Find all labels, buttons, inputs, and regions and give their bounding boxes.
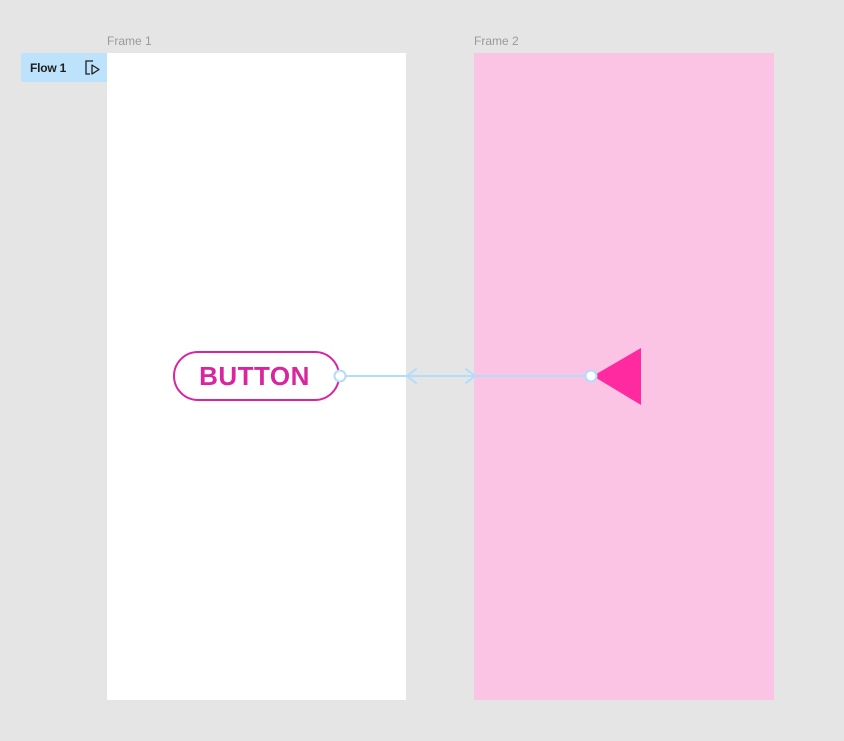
frame-2-label[interactable]: Frame 2	[474, 34, 519, 48]
frame1-button[interactable]: BUTTON	[173, 351, 340, 401]
frame-1-label[interactable]: Frame 1	[107, 34, 152, 48]
play-flow-icon[interactable]	[84, 59, 101, 76]
flow-start-chip[interactable]: Flow 1	[21, 53, 107, 82]
flow-label: Flow 1	[30, 60, 67, 75]
connection-handle-start[interactable]	[333, 369, 347, 383]
connection-handle-end[interactable]	[584, 369, 598, 383]
button-label: BUTTON	[199, 360, 310, 391]
